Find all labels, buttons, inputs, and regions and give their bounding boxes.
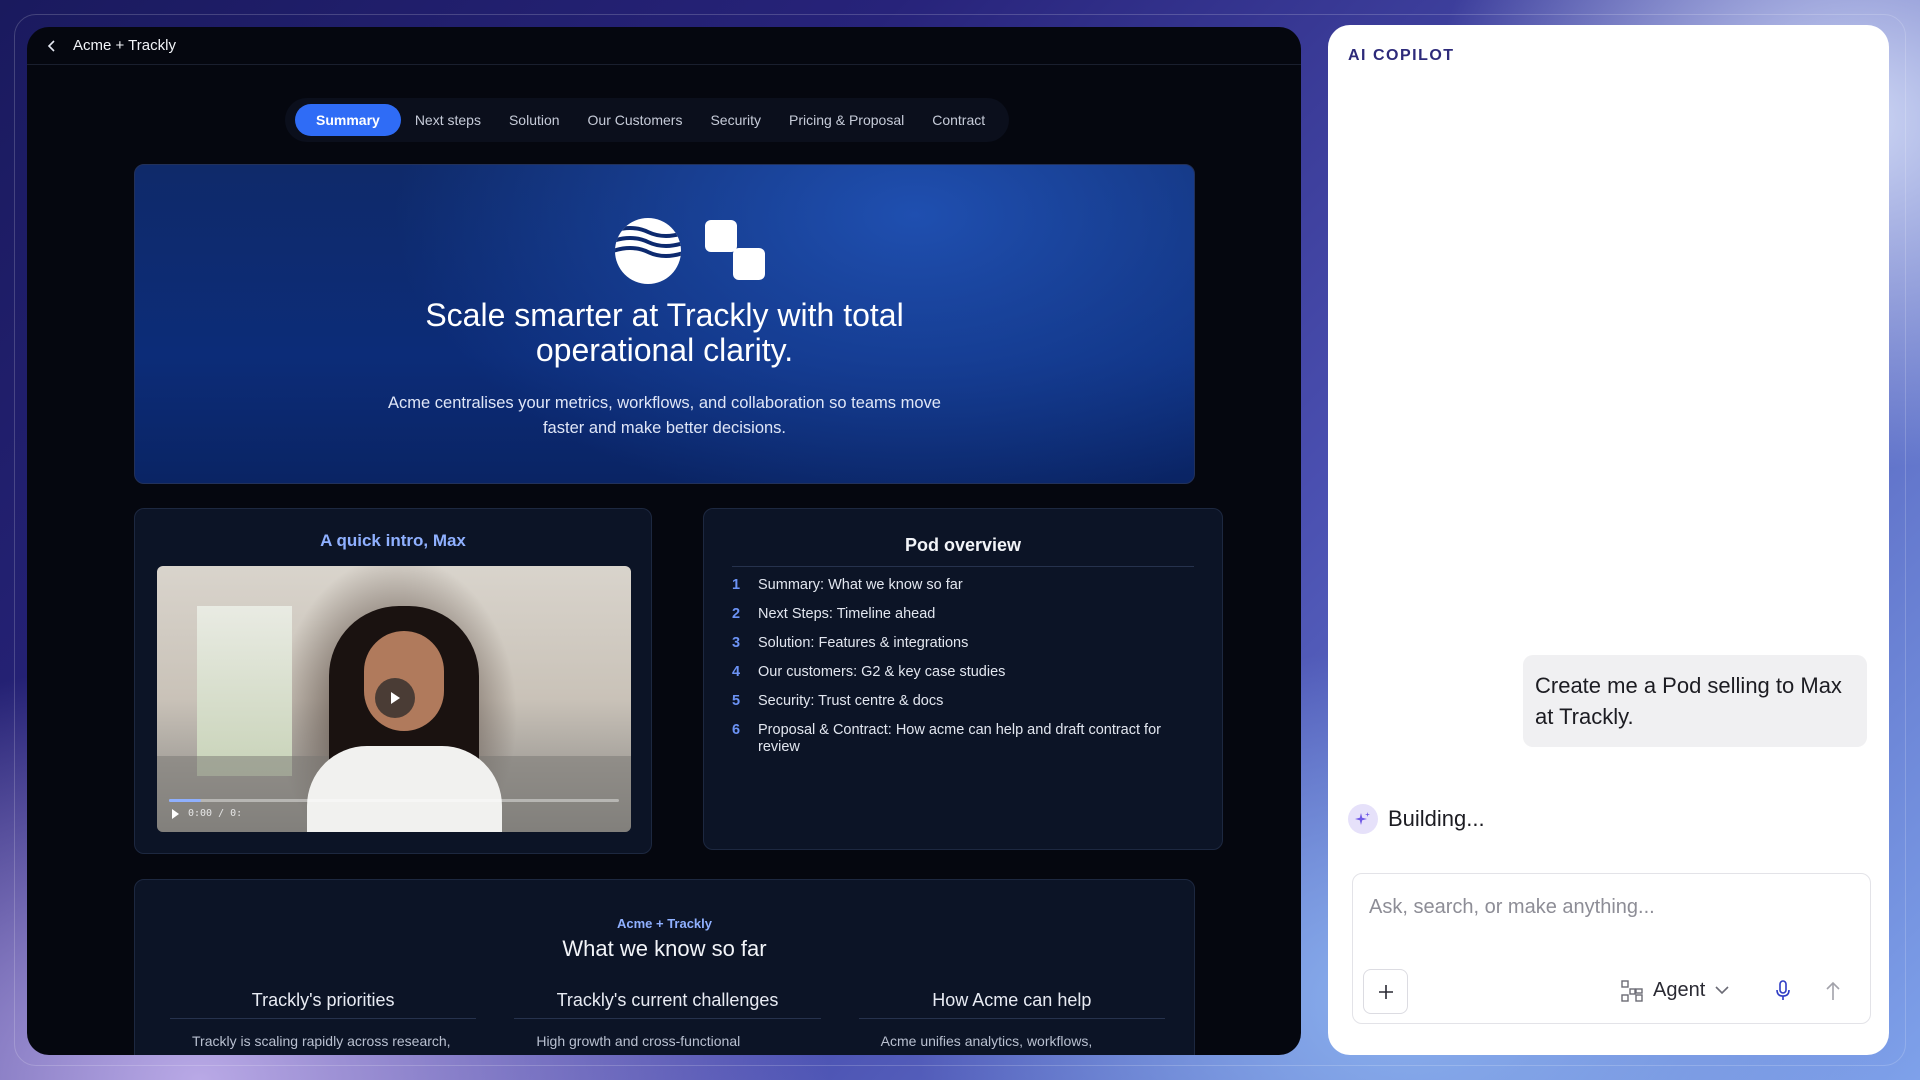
hero-subtitle-line: faster and make better decisions.: [542, 419, 787, 437]
play-small-icon[interactable]: [171, 808, 180, 819]
pod-overview-list: 1 Summary: What we know so far 2 Next Step…: [732, 577, 1202, 768]
copilot-title: AI COPILOT: [1348, 47, 1455, 64]
agent-mode-select[interactable]: Agent: [1621, 979, 1729, 1002]
play-icon: [391, 692, 400, 704]
chevron-left-icon[interactable]: [45, 39, 59, 53]
column-text: Acme unifies analytics, workflows,: [880, 1033, 1093, 1049]
trackly-logo-icon: [705, 220, 765, 280]
list-item[interactable]: 5 Security: Trust centre & docs: [732, 693, 1202, 710]
list-text: Proposal & Contract: How acme can help a…: [758, 722, 1161, 755]
list-number: 1: [732, 577, 741, 593]
chevron-down-icon: [1715, 986, 1729, 995]
hero-title-line: Scale smarter at Trackly with total: [425, 297, 904, 333]
acme-logo-icon: [615, 218, 681, 284]
app-header: Acme + Trackly: [27, 27, 1301, 65]
list-number: 6: [732, 722, 741, 738]
hero-subtitle: Acme centralises your metrics, workflows…: [135, 391, 1194, 441]
column-title: How Acme can help: [858, 990, 1165, 1019]
list-item[interactable]: 3 Solution: Features & integrations: [732, 635, 1202, 652]
status-text: Building...: [1388, 806, 1485, 831]
tab-security[interactable]: Security: [696, 104, 775, 136]
column-text: Trackly is scaling rapidly across resear…: [192, 1033, 451, 1055]
column-title: Trackly's current challenges: [514, 990, 821, 1019]
chat-input[interactable]: [1369, 896, 1849, 919]
hero-title: Scale smarter at Trackly with total oper…: [135, 298, 1194, 368]
chat-composer: Agent: [1352, 873, 1871, 1024]
section-tabs: Summary Next steps Solution Our Customer…: [285, 98, 1010, 142]
what-we-know-card: Acme + Trackly What we know so far Track…: [134, 879, 1195, 1055]
video-frame-window: [197, 606, 292, 776]
list-number: 3: [732, 635, 741, 651]
sparkle-icon: [1348, 804, 1378, 834]
list-item[interactable]: 1 Summary: What we know so far: [732, 577, 1202, 594]
hero-subtitle-line: Acme centralises your metrics, workflows…: [388, 394, 941, 412]
tab-pricing-proposal[interactable]: Pricing & Proposal: [775, 104, 918, 136]
build-status: Building...: [1348, 804, 1485, 834]
send-button[interactable]: [1819, 977, 1847, 1005]
pod-app-window: Acme + Trackly Summary Next steps Soluti…: [27, 27, 1301, 1055]
video-frame-shirt: [307, 746, 502, 832]
section-eyebrow: Acme + Trackly: [616, 916, 713, 931]
column-priorities: Trackly's priorities Trackly is scaling …: [170, 990, 477, 1055]
intro-video-player[interactable]: 0:00 / 0:: [157, 566, 631, 832]
list-number: 2: [732, 606, 741, 622]
list-number: 4: [732, 664, 741, 680]
hero-title-line: operational clarity.: [535, 332, 794, 368]
video-title: A quick intro, Max: [320, 531, 466, 550]
user-message-bubble: Create me a Pod selling to Max at Trackl…: [1523, 655, 1867, 747]
know-columns: Trackly's priorities Trackly is scaling …: [170, 990, 1165, 1055]
list-text: Security: Trust centre & docs: [758, 693, 944, 709]
play-button[interactable]: [375, 678, 415, 718]
tab-summary[interactable]: Summary: [295, 104, 401, 136]
video-progress-fill: [169, 799, 201, 802]
microphone-icon: [1776, 980, 1790, 1000]
list-number: 5: [732, 693, 741, 709]
column-how-acme-helps: How Acme can help Acme unifies analytics…: [858, 990, 1165, 1055]
list-item[interactable]: 2 Next Steps: Timeline ahead: [732, 606, 1202, 623]
video-progress-bar[interactable]: [169, 799, 619, 802]
tab-solution[interactable]: Solution: [495, 104, 574, 136]
list-item[interactable]: 6 Proposal & Contract: How acme can help …: [732, 722, 1202, 756]
app-title: Acme + Trackly: [73, 37, 176, 54]
arrow-up-icon: [1826, 981, 1840, 1000]
agent-label: Agent: [1653, 979, 1706, 1001]
list-text: Solution: Features & integrations: [758, 635, 969, 651]
section-title: What we know so far: [562, 936, 767, 961]
column-challenges: Trackly's current challenges High growth…: [514, 990, 821, 1055]
tab-next-steps[interactable]: Next steps: [401, 104, 495, 136]
agent-grid-icon: [1621, 979, 1643, 1002]
pod-overview-card: Pod overview 1 Summary: What we know so f…: [703, 508, 1223, 850]
pod-overview-title: Pod overview: [904, 535, 1022, 555]
hero-banner: Scale smarter at Trackly with total oper…: [134, 164, 1195, 484]
column-title: Trackly's priorities: [170, 990, 477, 1019]
intro-video-card: A quick intro, Max 0:00 / 0:: [134, 508, 652, 854]
plus-icon: [1378, 984, 1393, 999]
list-item[interactable]: 4 Our customers: G2 & key case studies: [732, 664, 1202, 681]
microphone-button[interactable]: [1769, 977, 1797, 1005]
video-time: 0:00 / 0:: [188, 808, 243, 819]
tab-contract[interactable]: Contract: [918, 104, 999, 136]
tab-our-customers[interactable]: Our Customers: [574, 104, 697, 136]
video-controls: 0:00 / 0:: [171, 808, 242, 819]
divider: [732, 566, 1194, 567]
list-text: Summary: What we know so far: [758, 577, 963, 593]
ai-copilot-panel: AI COPILOT Create me a Pod selling to Ma…: [1328, 25, 1889, 1055]
list-text: Next Steps: Timeline ahead: [758, 606, 936, 622]
list-text: Our customers: G2 & key case studies: [758, 664, 1006, 680]
partner-logos: [615, 218, 767, 284]
add-attachment-button[interactable]: [1363, 969, 1408, 1014]
column-text: High growth and cross-functional: [536, 1033, 741, 1049]
